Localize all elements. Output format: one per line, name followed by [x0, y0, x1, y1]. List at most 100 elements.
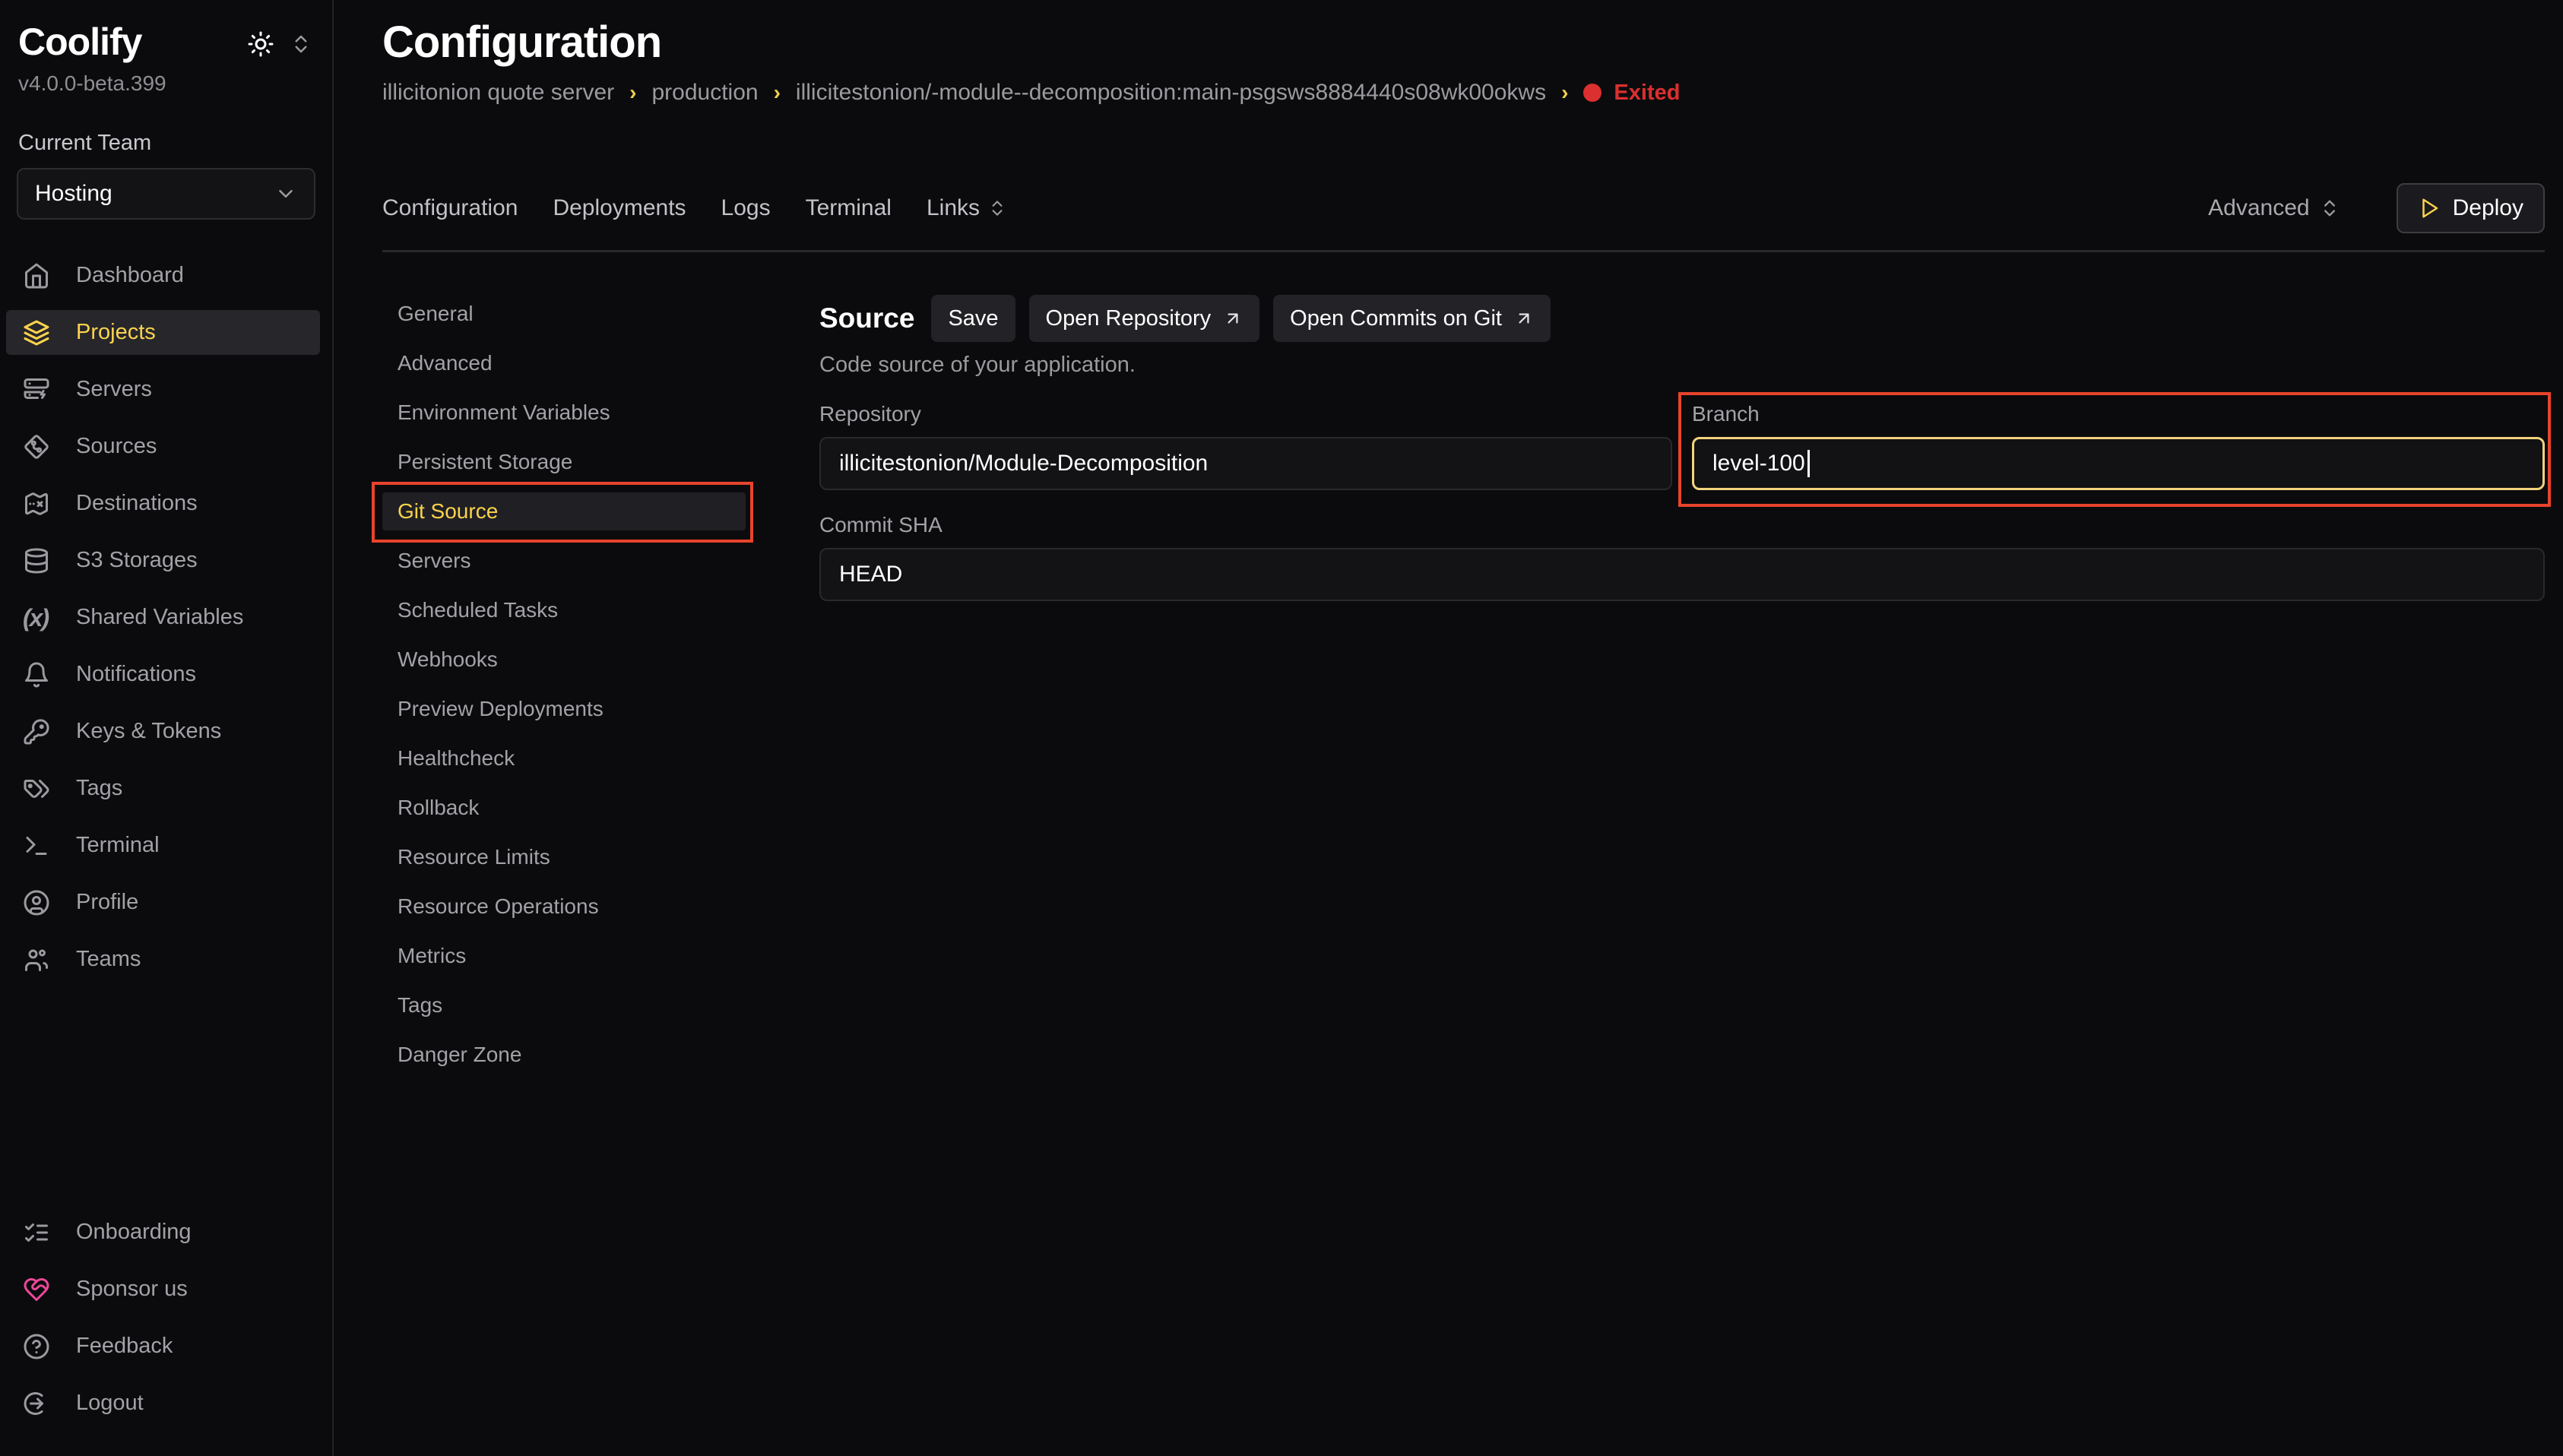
sidebar-item-notifications[interactable]: Notifications [6, 652, 320, 697]
repository-input[interactable]: illicitestonion/Module-Decomposition [819, 437, 1672, 490]
breadcrumb-project[interactable]: illicitonion quote server [382, 80, 614, 106]
sidebar-item-feedback[interactable]: Feedback [6, 1324, 320, 1369]
subnav-item-rollback[interactable]: Rollback [382, 789, 746, 827]
deploy-button[interactable]: Deploy [2397, 183, 2545, 233]
sidebar-item-label: Notifications [76, 662, 196, 687]
subnav-item-advanced[interactable]: Advanced [382, 344, 746, 382]
sidebar-item-label: Sponsor us [76, 1277, 188, 1302]
repository-field: Repository illicitestonion/Module-Decomp… [819, 402, 1672, 490]
subnav-item-healthcheck[interactable]: Healthcheck [382, 739, 746, 777]
sidebar-collapse-icon[interactable] [290, 33, 312, 55]
user-circle-icon [23, 889, 50, 916]
sidebar-item-label: Keys & Tokens [76, 719, 221, 744]
external-link-arrow-icon [1514, 309, 1534, 328]
tab-configuration[interactable]: Configuration [382, 195, 518, 221]
configuration-subnav: General Advanced Environment Variables P… [382, 295, 746, 1085]
advanced-dropdown[interactable]: Advanced [2208, 195, 2340, 221]
sidebar-item-tags[interactable]: Tags [6, 766, 320, 811]
subnav-item-servers[interactable]: Servers [382, 542, 746, 580]
subnav-item-environment-variables[interactable]: Environment Variables [382, 394, 746, 432]
breadcrumb: illicitonion quote server › production ›… [382, 80, 2545, 106]
layers-icon [23, 319, 50, 347]
git-source-icon [23, 433, 50, 461]
sidebar-item-dashboard[interactable]: Dashboard [6, 253, 320, 298]
breadcrumb-application[interactable]: illicitestonion/-module--decomposition:m… [796, 80, 1546, 106]
subnav-item-scheduled-tasks[interactable]: Scheduled Tasks [382, 591, 746, 629]
chevron-down-icon [274, 182, 297, 205]
subnav-item-resource-operations[interactable]: Resource Operations [382, 888, 746, 926]
tab-deployments[interactable]: Deployments [553, 195, 686, 221]
commit-sha-field: Commit SHA HEAD [819, 513, 2545, 601]
heart-handshake-icon [23, 1276, 50, 1303]
sidebar-item-logout[interactable]: Logout [6, 1381, 320, 1426]
sidebar-item-sponsor-us[interactable]: Sponsor us [6, 1267, 320, 1312]
users-icon [23, 946, 50, 973]
sidebar-item-destinations[interactable]: Destinations [6, 481, 320, 526]
team-select[interactable]: Hosting [17, 168, 315, 220]
tab-terminal[interactable]: Terminal [806, 195, 892, 221]
sidebar-footer-nav: Onboarding Sponsor us Feedback Logout [0, 1210, 332, 1438]
commit-sha-input[interactable]: HEAD [819, 548, 2545, 601]
status-badge: Exited [1583, 81, 1680, 106]
play-icon [2418, 197, 2441, 220]
sidebar-item-label: Terminal [76, 833, 160, 858]
deploy-label: Deploy [2453, 195, 2523, 221]
sidebar-item-terminal[interactable]: Terminal [6, 823, 320, 868]
tabs-row: Configuration Deployments Logs Terminal … [382, 183, 2545, 233]
open-commits-button[interactable]: Open Commits on Git [1273, 295, 1551, 342]
subnav-item-metrics[interactable]: Metrics [382, 937, 746, 975]
subnav-item-preview-deployments[interactable]: Preview Deployments [382, 690, 746, 728]
subnav-item-resource-limits[interactable]: Resource Limits [382, 838, 746, 876]
subnav-item-danger-zone[interactable]: Danger Zone [382, 1036, 746, 1074]
sidebar-item-label: Destinations [76, 491, 198, 516]
theme-sun-icon[interactable] [247, 30, 274, 58]
branch-field: Branch level-100 [1692, 402, 2545, 490]
repository-label: Repository [819, 402, 1672, 426]
branch-input[interactable]: level-100 [1692, 437, 2545, 490]
open-repository-button[interactable]: Open Repository [1029, 295, 1260, 342]
sidebar-item-label: Teams [76, 947, 141, 972]
subnav-item-persistent-storage[interactable]: Persistent Storage [382, 443, 746, 481]
sidebar-item-servers[interactable]: Servers [6, 367, 320, 412]
sidebar-item-shared-variables[interactable]: (x) Shared Variables [6, 595, 320, 640]
logo-block: Coolify v4.0.0-beta.399 [18, 20, 166, 96]
variable-icon: (x) [23, 604, 50, 631]
sidebar-item-onboarding[interactable]: Onboarding [6, 1210, 320, 1255]
sidebar-item-label: Projects [76, 320, 156, 345]
subnav-item-webhooks[interactable]: Webhooks [382, 641, 746, 679]
sidebar-item-projects[interactable]: Projects [6, 310, 320, 355]
sidebar-item-s3-storages[interactable]: S3 Storages [6, 538, 320, 583]
tab-logs[interactable]: Logs [721, 195, 771, 221]
sidebar-item-sources[interactable]: Sources [6, 424, 320, 469]
sidebar-item-keys-tokens[interactable]: Keys & Tokens [6, 709, 320, 754]
sidebar: Coolify v4.0.0-beta.399 Current Team Hos… [0, 0, 334, 1456]
subnav-item-tags[interactable]: Tags [382, 986, 746, 1024]
main-content: Configuration illicitonion quote server … [334, 0, 2563, 1456]
sidebar-item-profile[interactable]: Profile [6, 880, 320, 925]
tab-links-label: Links [927, 195, 980, 221]
sidebar-item-label: Profile [76, 890, 138, 915]
chevron-right-icon: › [629, 81, 636, 105]
list-checks-icon [23, 1219, 50, 1246]
tab-links[interactable]: Links [927, 195, 1007, 221]
git-source-panel: Source Save Open Repository Open Commits… [819, 295, 2545, 1085]
sidebar-item-label: Tags [76, 776, 122, 801]
breadcrumb-environment[interactable]: production [651, 80, 758, 106]
subnav-item-general[interactable]: General [382, 295, 746, 333]
chevrons-up-down-icon [2319, 198, 2340, 219]
subnav-item-git-source[interactable]: Git Source [382, 492, 746, 530]
status-text: Exited [1614, 81, 1680, 106]
tags-icon [23, 775, 50, 802]
source-heading: Source [819, 302, 914, 334]
page-title: Configuration [382, 17, 2545, 68]
map-icon [23, 490, 50, 518]
advanced-label: Advanced [2208, 195, 2309, 221]
open-commits-label: Open Commits on Git [1290, 306, 1502, 331]
sidebar-spacer [0, 994, 332, 1176]
save-button[interactable]: Save [931, 295, 1015, 342]
sidebar-item-teams[interactable]: Teams [6, 937, 320, 982]
source-header: Source Save Open Repository Open Commits… [819, 295, 2545, 342]
configuration-content: General Advanced Environment Variables P… [382, 295, 2545, 1085]
bell-icon [23, 661, 50, 688]
key-icon [23, 718, 50, 745]
